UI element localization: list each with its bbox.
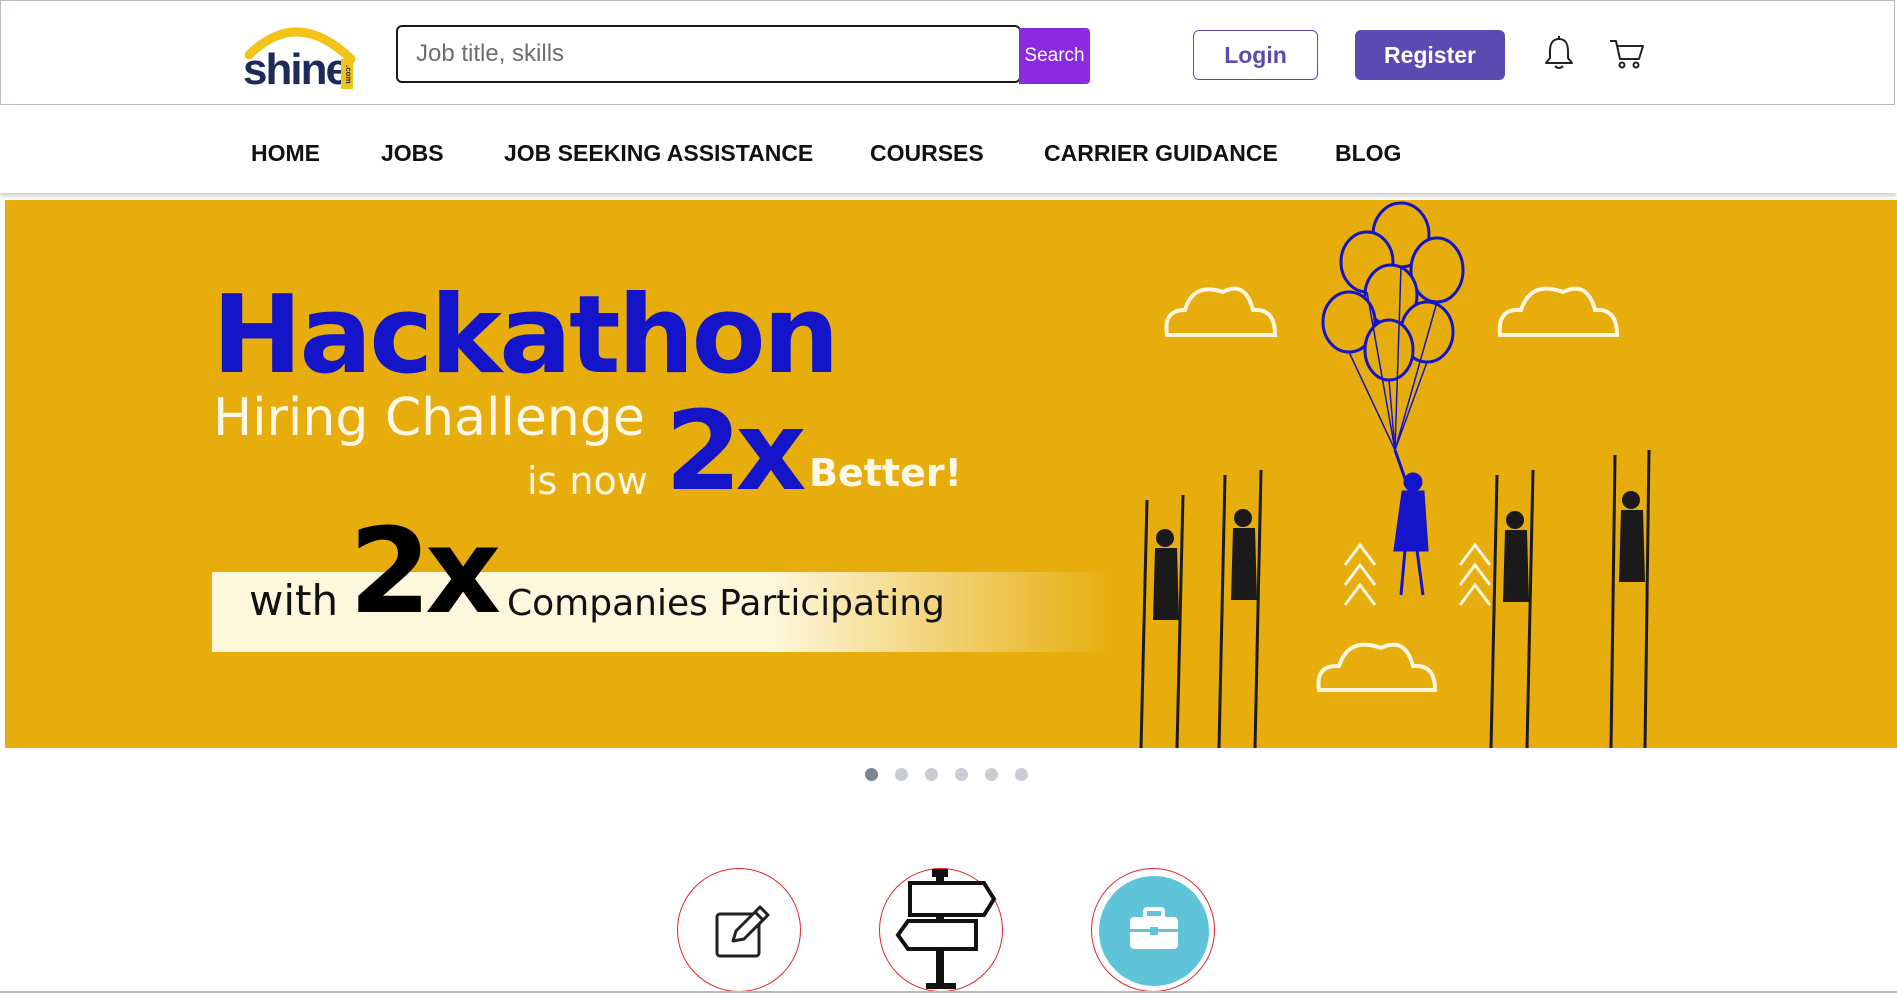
login-button[interactable]: Login: [1193, 30, 1318, 80]
top-header: shine .com Search Login Register: [0, 0, 1895, 105]
logo-badge: .com: [341, 59, 353, 89]
carousel-dot-6[interactable]: [1015, 768, 1028, 781]
search-button[interactable]: Search: [1019, 28, 1090, 84]
edit-icon: [715, 905, 770, 958]
feature-jobs[interactable]: [1091, 868, 1215, 992]
banner-better: Better!: [809, 451, 962, 495]
balloons-icon: [1321, 201, 1465, 451]
banner-subheadline: Hiring Challenge: [213, 388, 645, 448]
banner-multiplier-2: 2x: [349, 502, 501, 640]
carousel-dot-1[interactable]: [865, 768, 878, 781]
nav-item-blog[interactable]: BLOG: [1335, 140, 1401, 167]
logo-text: shine: [243, 45, 350, 94]
shine-logo[interactable]: shine .com: [241, 15, 357, 94]
banner-with: with: [249, 576, 339, 625]
banner-companies: Companies Participating: [507, 583, 945, 624]
woman-figure-icon: [1393, 449, 1429, 596]
carousel-dot-4[interactable]: [955, 768, 968, 781]
nav-item-home[interactable]: HOME: [251, 140, 320, 167]
nav-item-job-seeking-assistance[interactable]: JOB SEEKING ASSISTANCE: [504, 140, 813, 167]
banner-illustration: [1139, 201, 1651, 748]
carousel-dot-5[interactable]: [985, 768, 998, 781]
main-nav: HOME JOBS JOB SEEKING ASSISTANCE COURSES…: [0, 105, 1897, 193]
ladders-icon: [1139, 449, 1651, 748]
banner-multiplier: 2x: [665, 387, 806, 515]
signpost-icon: [895, 869, 997, 989]
search-input[interactable]: [396, 25, 1021, 83]
bell-icon[interactable]: [1543, 35, 1575, 71]
banner-is-now: is now: [527, 459, 648, 503]
carousel-dot-2[interactable]: [895, 768, 908, 781]
nav-item-courses[interactable]: COURSES: [870, 140, 984, 167]
feature-edit[interactable]: [677, 868, 801, 992]
feature-guidance[interactable]: [879, 868, 1003, 992]
briefcase-icon: [1099, 876, 1209, 986]
carousel-dot-3[interactable]: [925, 768, 938, 781]
cart-icon[interactable]: [1609, 37, 1645, 71]
banner-headline: Hackathon: [212, 273, 840, 398]
nav-item-jobs[interactable]: JOBS: [381, 140, 444, 167]
nav-item-carrier-guidance[interactable]: CARRIER GUIDANCE: [1044, 140, 1278, 167]
hero-banner[interactable]: Hackathon Hiring Challenge is now 2x Bet…: [5, 200, 1897, 748]
register-button[interactable]: Register: [1355, 30, 1505, 80]
